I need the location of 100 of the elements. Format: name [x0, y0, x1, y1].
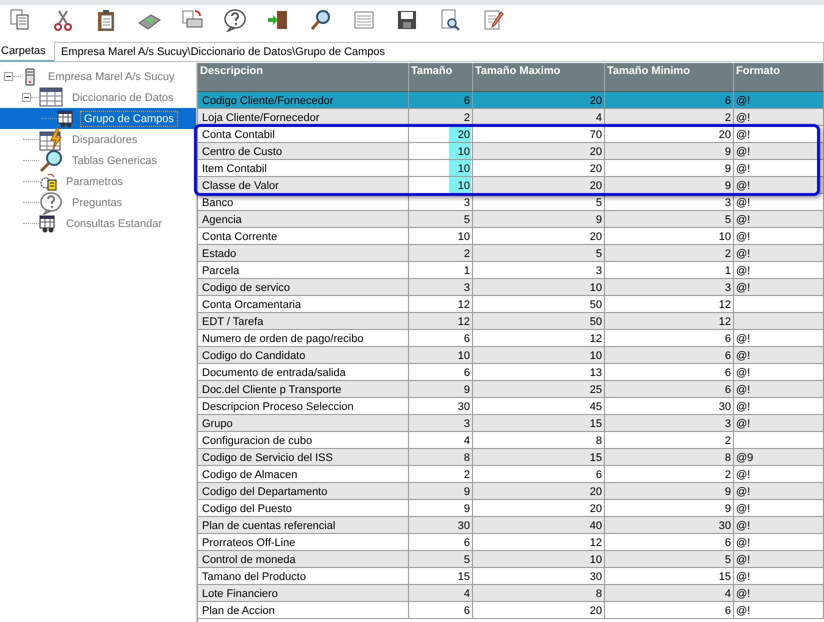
- table-cell: @!: [734, 551, 824, 568]
- table-cell: 10: [409, 160, 473, 177]
- table-cell: 6: [605, 92, 734, 109]
- table-cell: 9: [409, 381, 473, 398]
- tree-item[interactable]: Diccionario de Datos: [68, 90, 178, 106]
- tree-item[interactable]: Consultas Estandar: [62, 216, 166, 232]
- table-cell: 2: [605, 245, 734, 262]
- table-cell: 20: [409, 126, 473, 143]
- table-cell: 20: [473, 177, 605, 194]
- table-cell: 10: [473, 279, 605, 296]
- parameters-icon: [39, 172, 57, 190]
- table-cell: Estado: [198, 245, 409, 262]
- table-cell: 15: [473, 449, 605, 466]
- table-cell: 15: [473, 415, 605, 432]
- table-cell: Codigo de Servicio del ISS: [198, 449, 409, 466]
- collapse-icon[interactable]: [4, 72, 13, 81]
- help-icon[interactable]: [223, 8, 247, 32]
- table-cell: Lote Financiero: [198, 585, 409, 602]
- table-cell: @!: [734, 415, 824, 432]
- table-cell: Plan de Accion: [198, 602, 409, 619]
- column-header[interactable]: Formato: [734, 63, 824, 92]
- tree-item[interactable]: Parametros: [62, 174, 127, 190]
- column-header[interactable]: Tamaño Maximo: [473, 63, 605, 92]
- table-cell: Plan de cuentas referencial: [198, 517, 409, 534]
- magnifier-icon: [39, 148, 63, 172]
- table-icon: [39, 86, 63, 110]
- table-cell: Agencia: [198, 211, 409, 228]
- table-cell: 20: [473, 602, 605, 619]
- table-cell: 30: [605, 517, 734, 534]
- table-cell: 6: [605, 602, 734, 619]
- table-cell: Grupo: [198, 415, 409, 432]
- table-cell: 20: [473, 483, 605, 500]
- table-cell: 5: [605, 551, 734, 568]
- table-cell: 2: [409, 245, 473, 262]
- table-cell: EDT / Tarefa: [198, 313, 409, 330]
- table-cell: 8: [605, 449, 734, 466]
- table-cell: 5: [409, 551, 473, 568]
- table-cell: 6: [605, 381, 734, 398]
- table-cell: 20: [473, 143, 605, 160]
- table-cell: 50: [473, 313, 605, 330]
- table-binoculars-icon: [57, 110, 75, 128]
- table-cell: Codigo do Candidato: [198, 347, 409, 364]
- table-cell: 10: [409, 143, 473, 160]
- table-cell: 6: [409, 92, 473, 109]
- table-cell: Control de moneda: [198, 551, 409, 568]
- table-cell: 20: [473, 92, 605, 109]
- table-cell: @!: [734, 381, 824, 398]
- path-field: Empresa Marel A/s Sucuy\Diccionario de Datos\Grupo de Campos: [54, 42, 824, 62]
- table-cell: Centro de Custo: [198, 143, 409, 160]
- table-cell: 8: [409, 449, 473, 466]
- table-cell: 3: [409, 279, 473, 296]
- collapse-icon[interactable]: [22, 93, 31, 102]
- table-cell: 10: [473, 347, 605, 364]
- search-icon[interactable]: [309, 8, 333, 32]
- table-cell: @!: [734, 585, 824, 602]
- table-cell: 10: [473, 551, 605, 568]
- table-cell: Classe de Valor: [198, 177, 409, 194]
- table-cell: @!: [734, 347, 824, 364]
- table-cell: 25: [473, 381, 605, 398]
- column-header[interactable]: Tamaño: [409, 63, 473, 92]
- table-cell: @!: [734, 483, 824, 500]
- table-cell: 6: [409, 602, 473, 619]
- table-cell: Codigo del Departamento: [198, 483, 409, 500]
- table-cell: 40: [473, 517, 605, 534]
- lightning-table-icon: [39, 128, 63, 152]
- column-header[interactable]: Descripcion: [198, 63, 409, 92]
- exit-icon[interactable]: [266, 8, 290, 32]
- table-cell: 4: [409, 585, 473, 602]
- table-cell: 9: [605, 143, 734, 160]
- table-cell: 9: [409, 483, 473, 500]
- table-cell: 9: [605, 483, 734, 500]
- table-cell: 30: [409, 517, 473, 534]
- table-cell: 12: [605, 313, 734, 330]
- table-cell: @!: [734, 211, 824, 228]
- table-cell: Codigo Cliente/Fornecedor: [198, 92, 409, 109]
- folders-tab[interactable]: Carpetas: [0, 42, 54, 62]
- table-cell: @9: [734, 449, 824, 466]
- table-cell: Codigo de servico: [198, 279, 409, 296]
- table-cell: 9: [605, 177, 734, 194]
- tree-item[interactable]: Tablas Genericas: [68, 152, 161, 168]
- table-cell: 8: [473, 585, 605, 602]
- table-cell: @!: [734, 92, 824, 109]
- column-header[interactable]: Tamaño Minimo: [605, 63, 734, 92]
- tree-item[interactable]: Disparadores: [68, 132, 142, 148]
- table-cell: 5: [473, 245, 605, 262]
- table-cell: @!: [734, 517, 824, 534]
- table-cell: @!: [734, 602, 824, 619]
- help-icon: [39, 190, 63, 214]
- table-cell: Doc.del Cliente p Transporte: [198, 381, 409, 398]
- tree-item[interactable]: Preguntas: [68, 194, 126, 210]
- table-cell: 3: [409, 415, 473, 432]
- table-cell: 5: [605, 211, 734, 228]
- cut-icon[interactable]: [51, 8, 75, 32]
- tree-item[interactable]: Grupo de Campos: [80, 110, 178, 126]
- table-cell: 3: [605, 415, 734, 432]
- tree-item[interactable]: Empresa Marel A/s Sucuy: [44, 68, 179, 84]
- save-icon[interactable]: [395, 8, 419, 32]
- table-cell: @!: [734, 143, 824, 160]
- table-cell: 5: [409, 211, 473, 228]
- table-cell: @!: [734, 279, 824, 296]
